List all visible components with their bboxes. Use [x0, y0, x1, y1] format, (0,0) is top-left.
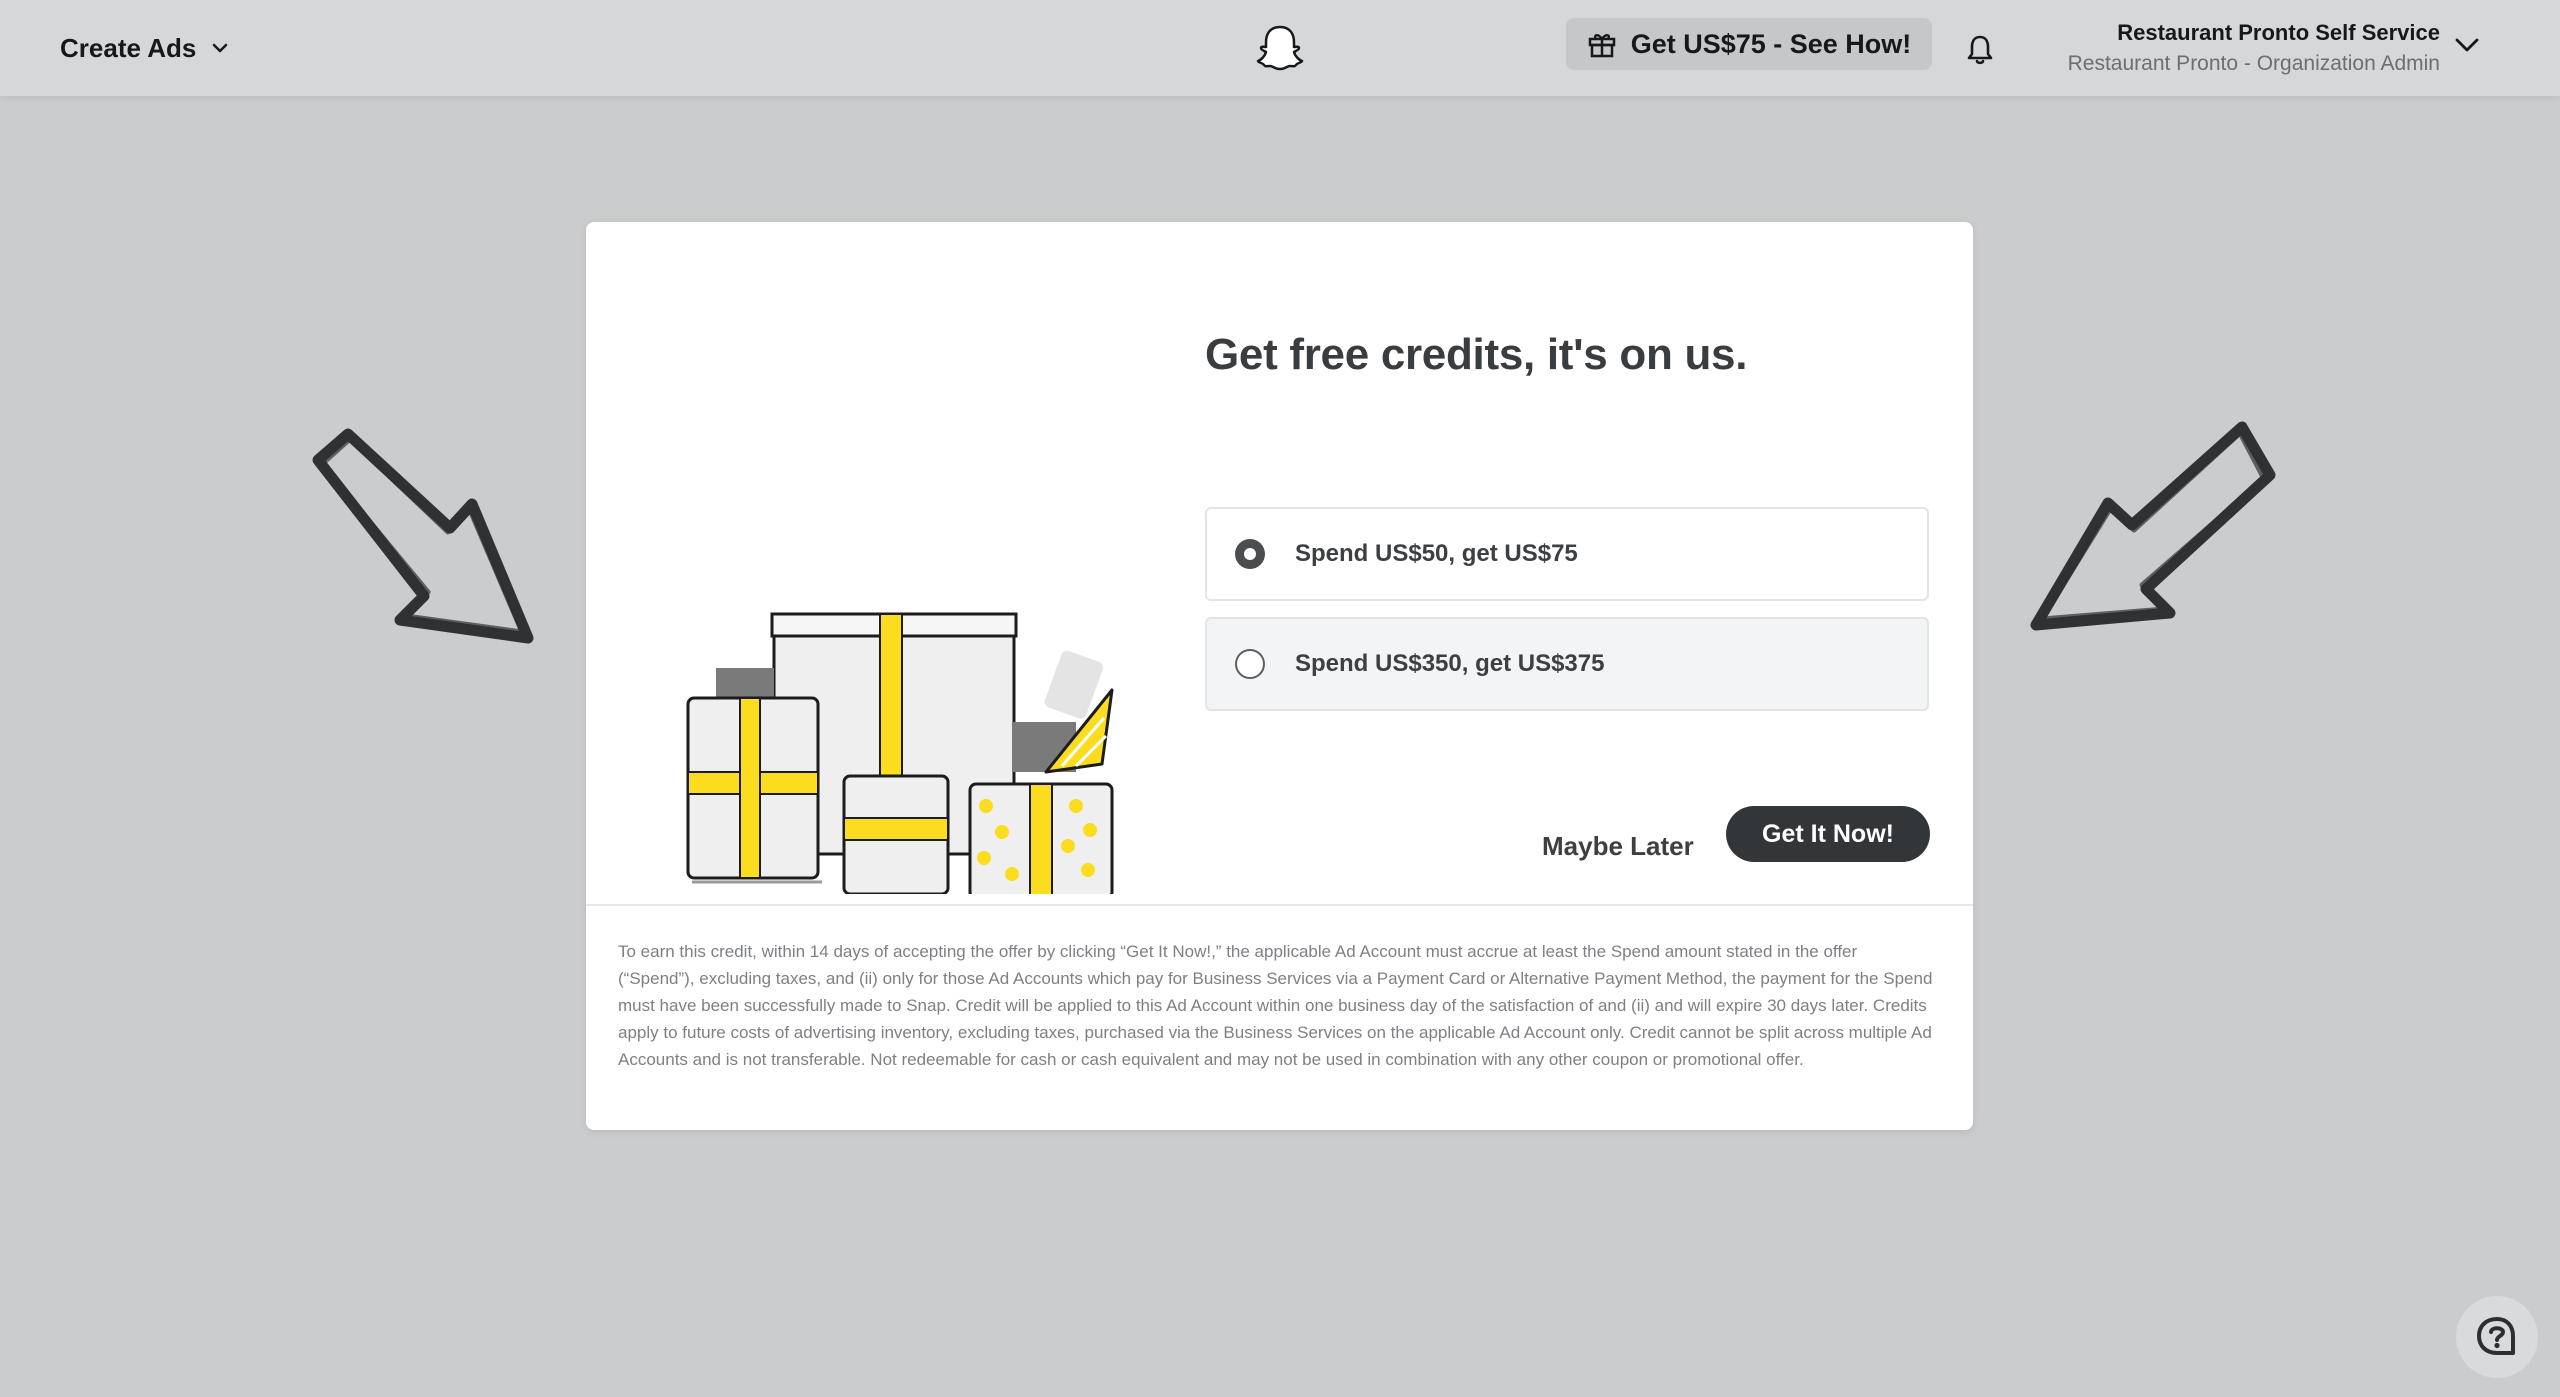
credit-option-50[interactable]: Spend US$50, get US$75	[1205, 507, 1929, 601]
free-credits-modal: Get free credits, it's on us. Spend US$5…	[586, 222, 1973, 1130]
bell-icon[interactable]	[1962, 32, 1998, 68]
create-ads-label: Create Ads	[60, 32, 197, 63]
account-name: Restaurant Pronto Self Service	[2117, 20, 2440, 45]
promo-offer-button[interactable]: Get US$75 - See How!	[1566, 18, 1932, 70]
radio-button[interactable]	[1235, 649, 1265, 679]
top-navigation-bar: Create Ads Get US$75 - See How! Restaura…	[0, 0, 2560, 97]
modal-title: Get free credits, it's on us.	[1205, 330, 1748, 379]
promo-label: Get US$75 - See How!	[1630, 28, 1912, 59]
snapchat-ghost-icon[interactable]	[1254, 22, 1306, 74]
divider	[586, 904, 1973, 906]
arrow-down-left-icon	[2030, 421, 2276, 631]
help-button[interactable]	[2456, 1296, 2538, 1378]
gift-icon	[1588, 34, 1615, 58]
credit-option-350[interactable]: Spend US$350, get US$375	[1205, 617, 1929, 711]
account-role: Restaurant Pronto - Organization Admin	[2067, 52, 2440, 75]
option-label: Spend US$50, get US$75	[1295, 540, 1578, 567]
chevron-down-icon[interactable]	[2452, 30, 2482, 60]
account-switcher[interactable]: Restaurant Pronto Self Service Restauran…	[2068, 18, 2440, 80]
terms-text: To earn this credit, within 14 days of a…	[618, 942, 1933, 1069]
create-ads-menu[interactable]: Create Ads	[60, 30, 230, 66]
chevron-down-icon	[213, 43, 228, 53]
get-it-now-button[interactable]: Get It Now!	[1726, 806, 1930, 862]
arrow-down-right-icon	[312, 428, 534, 644]
option-label: Spend US$350, get US$375	[1295, 650, 1605, 677]
help-chat-icon	[2477, 1317, 2515, 1355]
maybe-later-button[interactable]: Maybe Later	[1542, 818, 1694, 874]
gift-boxes-illustration	[686, 612, 1114, 894]
radio-button-selected[interactable]	[1235, 539, 1265, 569]
